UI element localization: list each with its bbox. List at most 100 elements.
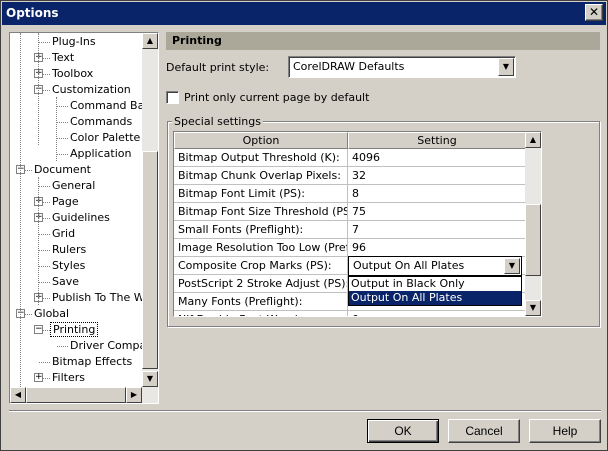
scroll-up-icon[interactable]: ▲ bbox=[142, 33, 158, 49]
setting-cell[interactable]: 32 bbox=[348, 167, 526, 185]
option-black-only[interactable]: Output in Black Only bbox=[349, 277, 521, 291]
setting-cell[interactable]: 0 bbox=[348, 311, 526, 316]
column-header-setting[interactable]: Setting bbox=[348, 132, 526, 149]
default-style-label: Default print style: bbox=[166, 61, 270, 74]
collapse-icon[interactable]: − bbox=[34, 325, 43, 334]
tree-item-label: Color Palette bbox=[70, 131, 141, 144]
tree-item-label: Save bbox=[52, 275, 80, 288]
setting-cell[interactable]: 4096 bbox=[348, 149, 526, 167]
tree-item[interactable]: Global bbox=[32, 306, 71, 322]
tree-item[interactable]: Printing bbox=[50, 322, 99, 338]
tree-item-label: Global bbox=[34, 307, 70, 320]
tree-connector bbox=[39, 362, 50, 363]
table-row[interactable]: Bitmap Font Size Threshold (PS): 75 bbox=[174, 203, 526, 221]
tree-item[interactable]: Commands bbox=[68, 114, 134, 130]
scroll-right-icon[interactable]: ▶ bbox=[126, 387, 142, 403]
tree-item[interactable]: Application bbox=[68, 146, 133, 162]
setting-cell[interactable]: 7 bbox=[348, 221, 526, 239]
scroll-down-icon[interactable]: ▼ bbox=[142, 371, 158, 387]
tree-item-label: Bitmap Effects bbox=[52, 355, 133, 368]
tree-item[interactable]: Toolbox bbox=[50, 66, 95, 82]
option-all-plates[interactable]: Output On All Plates bbox=[349, 291, 521, 305]
option-cell: PostScript 2 Stroke Adjust (PS): bbox=[174, 275, 348, 293]
tree-item-label: Driver Compatibility bbox=[70, 339, 143, 352]
tree-item[interactable]: Plug-Ins bbox=[50, 34, 98, 50]
tree-item-label: Printing bbox=[50, 322, 99, 337]
tree-item-label: Customization bbox=[52, 83, 131, 96]
tree-item-label: Grid bbox=[52, 227, 76, 240]
tree-item[interactable]: Driver Compatibility bbox=[68, 338, 143, 354]
table-row[interactable]: Bitmap Output Threshold (K): 4096 bbox=[174, 149, 526, 167]
column-header-option[interactable]: Option bbox=[174, 132, 348, 149]
setting-cell[interactable]: 8 bbox=[348, 185, 526, 203]
grid-scroll-up-icon[interactable]: ▲ bbox=[525, 132, 541, 148]
tree-item[interactable]: General bbox=[50, 178, 97, 194]
tree-item[interactable]: Document bbox=[32, 162, 93, 178]
table-row[interactable]: Image Resolution Too Low (Preflight):96 bbox=[174, 239, 526, 257]
tree-item[interactable]: Bitmap Effects bbox=[50, 354, 134, 370]
option-cell: Small Fonts (Preflight): bbox=[174, 221, 348, 239]
tree-item-label: General bbox=[52, 179, 96, 192]
tree-connector bbox=[38, 33, 39, 145]
tree-connector bbox=[38, 177, 39, 305]
default-style-dropdown[interactable]: CorelDRAW Defaults ▼ bbox=[288, 56, 516, 78]
tree-item[interactable]: Styles bbox=[50, 258, 87, 274]
tree-item-label: Text bbox=[52, 51, 75, 64]
crop-marks-arrow-icon[interactable]: ▼ bbox=[504, 258, 520, 274]
title-bar: Options ✕ bbox=[2, 2, 606, 25]
crop-marks-options[interactable]: Output in Black Only Output On All Plate… bbox=[348, 276, 522, 306]
scroll-left-icon[interactable]: ◀ bbox=[10, 387, 26, 403]
tree-connector bbox=[39, 234, 50, 235]
tree-item[interactable]: Text bbox=[50, 50, 76, 66]
dropdown-arrow-icon[interactable]: ▼ bbox=[498, 58, 514, 76]
tree-item[interactable]: Save bbox=[50, 274, 81, 290]
help-button[interactable]: Help bbox=[529, 419, 601, 443]
tree-item[interactable]: Grid bbox=[50, 226, 77, 242]
tree-scroll-thumb[interactable] bbox=[142, 151, 158, 369]
tree-item-label: Guidelines bbox=[52, 211, 110, 224]
ok-button[interactable]: OK bbox=[367, 419, 439, 443]
tree-item-label: Rulers bbox=[52, 243, 87, 256]
section-heading: Printing bbox=[166, 32, 600, 50]
tree-item-label: Application bbox=[70, 147, 132, 160]
window-title: Options bbox=[6, 6, 59, 20]
table-row[interactable]: Nif Double Font Warning:0 bbox=[174, 311, 526, 316]
expand-icon[interactable]: + bbox=[34, 373, 43, 382]
print-current-page-checkbox[interactable] bbox=[166, 91, 179, 104]
tree-horizontal-scrollbar[interactable]: ◀ ▶ bbox=[10, 387, 158, 403]
setting-cell[interactable]: 96 bbox=[348, 239, 526, 257]
crop-marks-dropdown[interactable]: Output On All Plates ▼ bbox=[348, 256, 522, 276]
grid-scroll-thumb[interactable] bbox=[525, 204, 541, 276]
tree-connector bbox=[57, 154, 68, 155]
tree-hscroll-thumb[interactable] bbox=[26, 387, 126, 403]
crop-marks-value: Output On All Plates bbox=[353, 259, 465, 272]
tree-item-label: Styles bbox=[52, 259, 86, 272]
tree-vertical-scrollbar[interactable]: ▲ ▼ bbox=[142, 33, 158, 387]
setting-cell[interactable]: 75 bbox=[348, 203, 526, 221]
grid-scroll-down-icon[interactable]: ▼ bbox=[525, 300, 541, 316]
print-current-page-label: Print only current page by default bbox=[184, 91, 370, 104]
options-dialog: Options ✕ Plug-Ins Text + Toolbox + Customiza… bbox=[0, 0, 608, 451]
option-cell: Bitmap Font Size Threshold (PS): bbox=[174, 203, 348, 221]
tree-item[interactable]: Guidelines bbox=[50, 210, 112, 226]
option-cell: Bitmap Output Threshold (K): bbox=[174, 149, 348, 167]
tree-item[interactable]: Color Palette bbox=[68, 130, 142, 146]
close-icon[interactable]: ✕ bbox=[585, 4, 603, 21]
tree-item[interactable]: Page bbox=[50, 194, 81, 210]
bottom-separator bbox=[9, 410, 601, 412]
option-cell: Bitmap Chunk Overlap Pixels: bbox=[174, 167, 348, 185]
table-row[interactable]: Bitmap Font Limit (PS): 8 bbox=[174, 185, 526, 203]
tree-item[interactable]: Rulers bbox=[50, 242, 88, 258]
tree-item[interactable]: Publish To The Web bbox=[50, 290, 143, 306]
tree-item[interactable]: Command Bars bbox=[68, 98, 143, 114]
tree-connector bbox=[57, 122, 68, 123]
grid-vertical-scrollbar[interactable]: ▲ ▼ bbox=[525, 132, 541, 316]
cancel-button[interactable]: Cancel bbox=[448, 419, 520, 443]
tree-item[interactable]: Filters bbox=[50, 370, 87, 386]
tree-item[interactable]: Customization bbox=[50, 82, 133, 98]
table-row[interactable]: Bitmap Chunk Overlap Pixels: 32 bbox=[174, 167, 526, 185]
tree-connector bbox=[39, 282, 50, 283]
table-row[interactable]: Small Fonts (Preflight): 7 bbox=[174, 221, 526, 239]
tree-items: Plug-Ins Text + Toolbox + Customization − Comma… bbox=[10, 33, 143, 387]
options-tree[interactable]: Plug-Ins Text + Toolbox + Customization − Comma… bbox=[9, 32, 159, 404]
